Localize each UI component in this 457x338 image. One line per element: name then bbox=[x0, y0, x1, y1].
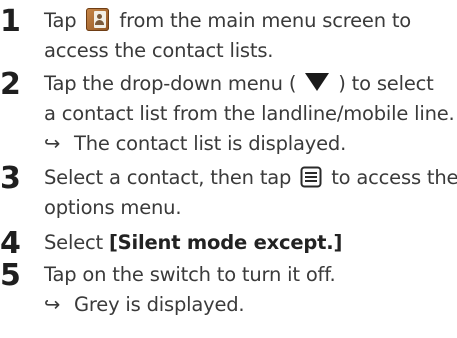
triangle-down-icon bbox=[305, 73, 330, 91]
step-text-line-2: a contact list from the landline/mobile … bbox=[44, 102, 455, 125]
step-text: Tap bbox=[44, 9, 77, 32]
step-text-line-2: access the contact lists. bbox=[44, 39, 274, 62]
step-number: 5 bbox=[0, 258, 21, 293]
step-text: to access the bbox=[331, 166, 457, 189]
menu-option-label: [Silent mode except.] bbox=[108, 231, 343, 254]
result-arrow-icon: ↪ bbox=[44, 132, 61, 155]
step-text: Tap the drop-down menu ( bbox=[44, 72, 297, 95]
result-text: The contact list is displayed. bbox=[74, 132, 347, 155]
contacts-book-icon bbox=[86, 8, 110, 31]
step-number: 1 bbox=[0, 4, 21, 39]
result-arrow-icon: ↪ bbox=[44, 293, 61, 316]
step-text: Select bbox=[44, 231, 103, 254]
step-text: from the main menu screen to bbox=[119, 9, 412, 32]
step-number: 4 bbox=[0, 226, 21, 261]
step-result: ↪ Grey is displayed. bbox=[44, 290, 457, 320]
step-result: ↪ The contact list is displayed. bbox=[44, 129, 457, 159]
step-text-line-1: Select [Silent mode except.] bbox=[44, 228, 457, 258]
step-number: 2 bbox=[0, 67, 21, 102]
result-text: Grey is displayed. bbox=[74, 293, 245, 316]
step-text: Select a contact, then tap bbox=[44, 166, 292, 189]
step-text-line-1: Tap the drop-down menu ( ) to select bbox=[44, 69, 457, 99]
step-text-line-1: Select a contact, then tap to access the bbox=[44, 163, 457, 193]
step-number: 3 bbox=[0, 161, 21, 196]
step-text-line-1: Tap on the switch to turn it off. bbox=[44, 263, 336, 286]
step-text-line-2: options menu. bbox=[44, 196, 182, 219]
options-menu-icon bbox=[300, 166, 322, 188]
step-text: ) to select bbox=[338, 72, 434, 95]
step-text-line-1: Tap from the main menu screen to bbox=[44, 6, 457, 36]
